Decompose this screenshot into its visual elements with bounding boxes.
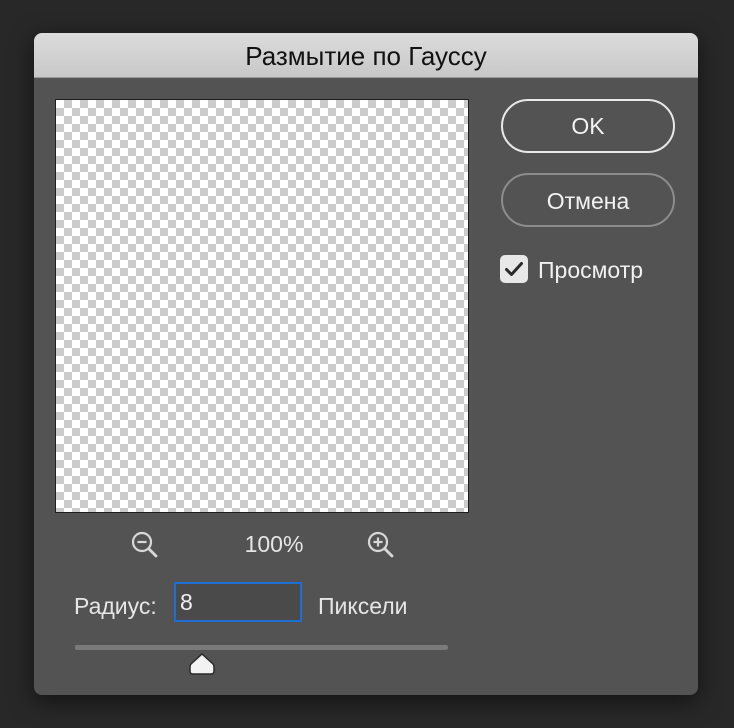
cancel-button[interactable]: Отмена: [501, 173, 675, 227]
zoom-out-icon[interactable]: [130, 530, 160, 560]
radius-slider-thumb[interactable]: [188, 652, 216, 676]
preview-checkbox[interactable]: [500, 255, 528, 283]
gaussian-blur-dialog: Размытие по Гауссу 100% Радиус: Пиксели …: [34, 33, 698, 695]
preview-checkbox-label[interactable]: Просмотр: [538, 257, 643, 284]
zoom-level: 100%: [244, 531, 304, 557]
radius-label: Радиус:: [74, 593, 157, 619]
dialog-title: Размытие по Гауссу: [34, 33, 698, 78]
preview-canvas[interactable]: [55, 99, 469, 513]
checkmark-icon: [505, 262, 523, 276]
radius-unit-label: Пиксели: [318, 593, 408, 619]
radius-input[interactable]: [174, 582, 302, 622]
zoom-in-icon[interactable]: [366, 530, 396, 560]
radius-slider-track[interactable]: [75, 645, 448, 650]
ok-button[interactable]: OK: [501, 99, 675, 153]
